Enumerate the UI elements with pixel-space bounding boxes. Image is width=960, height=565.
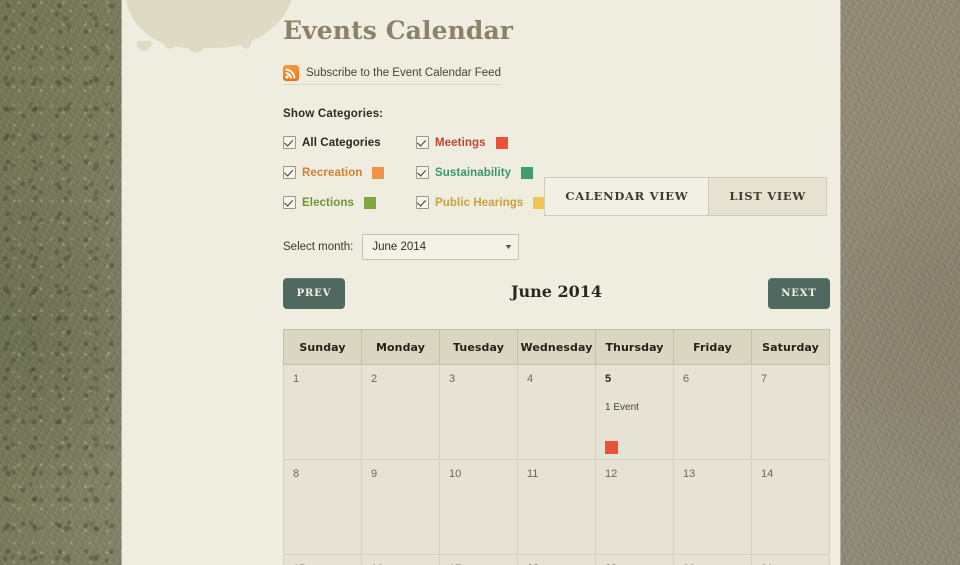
category-checkbox[interactable] bbox=[416, 136, 429, 149]
calendar-day-number: 12 bbox=[605, 468, 618, 480]
calendar-day-number: 5 bbox=[605, 373, 612, 385]
calendar-day-cell[interactable]: 21 bbox=[751, 554, 830, 565]
category-label: Public Hearings bbox=[435, 196, 524, 209]
calendar-day-number: 6 bbox=[683, 373, 690, 385]
chevron-down-icon: ▼ bbox=[504, 243, 514, 251]
category-label: All Categories bbox=[302, 136, 381, 149]
calendar-view-tab[interactable]: CALENDAR VIEW bbox=[545, 178, 709, 215]
calendar-day-number: 11 bbox=[527, 468, 539, 480]
calendar-day-cell[interactable]: 16 bbox=[361, 554, 440, 565]
current-month-title: June 2014 bbox=[510, 282, 603, 301]
view-toggle: CALENDAR VIEW LIST VIEW bbox=[544, 177, 827, 216]
category-filter-item[interactable]: Elections bbox=[283, 196, 416, 209]
calendar-column-header: Thursday bbox=[595, 329, 674, 365]
category-filter-item[interactable]: Meetings bbox=[416, 136, 613, 149]
calendar-table: Sunday Monday Tuesday Wednesday Thursday Frid… bbox=[283, 329, 830, 565]
category-label: Recreation bbox=[302, 166, 363, 179]
calendar-column-header: Sunday bbox=[283, 329, 362, 365]
calendar-day-number: 4 bbox=[527, 373, 534, 385]
category-checkbox[interactable] bbox=[416, 166, 429, 179]
category-filter-item[interactable]: Recreation bbox=[283, 166, 416, 179]
category-label: Meetings bbox=[435, 136, 486, 149]
calendar-event-marker[interactable] bbox=[605, 441, 618, 454]
calendar-day-cell[interactable]: 1 bbox=[283, 364, 362, 460]
category-checkbox[interactable] bbox=[283, 166, 296, 179]
calendar-nav: PREV June 2014 NEXT bbox=[283, 278, 830, 310]
page-background: Events Calendar Subscribe to the Event C… bbox=[0, 0, 960, 565]
category-color-swatch bbox=[495, 136, 508, 149]
category-checkbox[interactable] bbox=[283, 196, 296, 209]
calendar-day-cell[interactable]: 181 Event bbox=[517, 554, 596, 565]
month-select-value: June 2014 bbox=[372, 241, 427, 253]
calendar-day-cell[interactable]: 5 1 Event bbox=[595, 364, 674, 460]
calendar-day-cell[interactable]: 7 bbox=[751, 364, 830, 460]
calendar-week-row: 151617181 Event191 Event2021 bbox=[283, 554, 830, 565]
calendar-day-number: 7 bbox=[761, 373, 768, 385]
category-color-swatch bbox=[372, 166, 385, 179]
category-checkbox[interactable] bbox=[283, 136, 296, 149]
category-color-swatch bbox=[364, 196, 377, 209]
calendar-column-header: Tuesday bbox=[439, 329, 518, 365]
calendar-column-header: Monday bbox=[361, 329, 440, 365]
page-title: Events Calendar bbox=[283, 16, 514, 45]
calendar-day-cell[interactable]: 8 bbox=[283, 459, 362, 555]
category-checkbox[interactable] bbox=[416, 196, 429, 209]
calendar-day-number: 2 bbox=[371, 373, 378, 385]
calendar-day-cell[interactable]: 20 bbox=[673, 554, 752, 565]
subscribe-feed-link[interactable]: Subscribe to the Event Calendar Feed bbox=[283, 65, 501, 85]
category-filter-item[interactable]: All Categories bbox=[283, 136, 416, 149]
category-label: Elections bbox=[302, 196, 355, 209]
calendar-day-cell[interactable]: 14 bbox=[751, 459, 830, 555]
calendar-day-number: 1 bbox=[293, 373, 300, 385]
calendar-day-cell[interactable]: 9 bbox=[361, 459, 440, 555]
calendar-day-cell[interactable]: 10 bbox=[439, 459, 518, 555]
show-categories-heading: Show Categories: bbox=[283, 108, 384, 120]
calendar-day-cell[interactable]: 17 bbox=[439, 554, 518, 565]
next-month-button[interactable]: NEXT bbox=[768, 278, 830, 309]
month-picker-row: Select month: June 2014 ▼ bbox=[283, 234, 840, 260]
calendar-event-count[interactable]: 1 Event bbox=[605, 402, 673, 413]
rss-icon bbox=[283, 65, 299, 81]
calendar-week-row: 8 9 10 11 12 13 14 bbox=[283, 459, 830, 555]
calendar-day-cell[interactable]: 2 bbox=[361, 364, 440, 460]
calendar-day-number: 14 bbox=[761, 468, 774, 480]
calendar-day-cell[interactable]: 13 bbox=[673, 459, 752, 555]
calendar-day-cell[interactable]: 12 bbox=[595, 459, 674, 555]
calendar-header-row: Sunday Monday Tuesday Wednesday Thursday Frid… bbox=[283, 329, 830, 365]
calendar-day-cell[interactable]: 4 bbox=[517, 364, 596, 460]
calendar-day-cell[interactable]: 11 bbox=[517, 459, 596, 555]
calendar-column-header: Saturday bbox=[751, 329, 830, 365]
calendar-day-number: 10 bbox=[449, 468, 462, 480]
select-month-label: Select month: bbox=[283, 241, 354, 253]
calendar-day-cell[interactable]: 191 Event bbox=[595, 554, 674, 565]
list-view-tab[interactable]: LIST VIEW bbox=[708, 178, 826, 215]
month-select[interactable]: June 2014 ▼ bbox=[362, 234, 520, 260]
calendar-week-row: 1 2 3 4 5 1 Event 6 7 bbox=[283, 364, 830, 460]
calendar-column-header: Wednesday bbox=[517, 329, 596, 365]
calendar-day-number: 9 bbox=[371, 468, 378, 480]
calendar-body: 123451 Event67891011121314151617181 Even… bbox=[283, 364, 830, 565]
calendar-day-cell[interactable]: 3 bbox=[439, 364, 518, 460]
content-panel: Events Calendar Subscribe to the Event C… bbox=[122, 0, 840, 565]
calendar-column-header: Friday bbox=[673, 329, 752, 365]
calendar-day-cell[interactable]: 15 bbox=[283, 554, 362, 565]
category-color-swatch bbox=[521, 166, 534, 179]
calendar-day-number: 13 bbox=[683, 468, 696, 480]
calendar-day-cell[interactable]: 6 bbox=[673, 364, 752, 460]
subscribe-feed-label: Subscribe to the Event Calendar Feed bbox=[306, 67, 501, 79]
calendar-day-number: 3 bbox=[449, 373, 456, 385]
calendar-day-number: 8 bbox=[293, 468, 300, 480]
category-label: Sustainability bbox=[435, 166, 512, 179]
